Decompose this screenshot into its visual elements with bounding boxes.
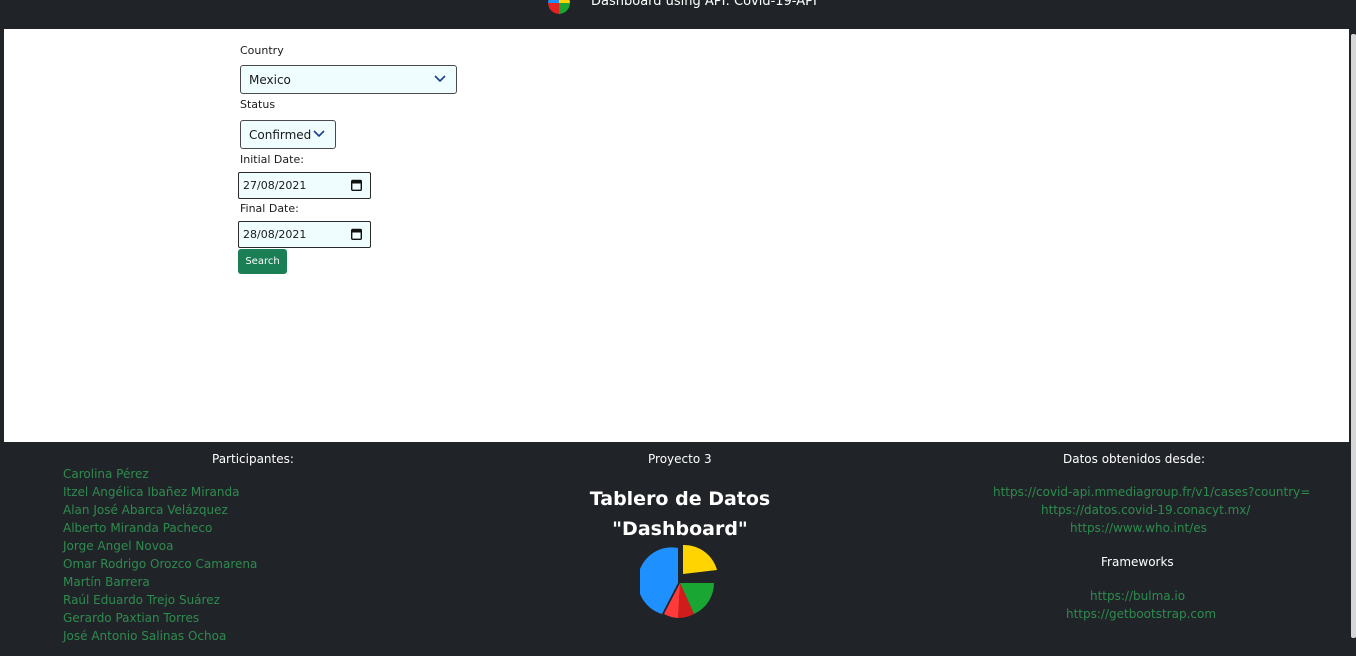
board-title: Tablero de Datos: [589, 488, 771, 510]
framework-link[interactable]: https://bulma.io: [1090, 589, 1185, 603]
frameworks-heading: Frameworks: [1101, 555, 1174, 569]
participant-link[interactable]: Alberto Miranda Pacheco: [63, 521, 212, 535]
final-date-label: Final Date:: [240, 202, 299, 215]
country-select[interactable]: Mexico: [240, 65, 457, 94]
participant-link[interactable]: Itzel Angélica Ibañez Miranda: [63, 485, 239, 499]
status-select-value: Confirmed: [249, 128, 312, 142]
participant-link[interactable]: Gerardo Paxtian Torres: [63, 611, 199, 625]
participant-link[interactable]: Jorge Angel Novoa: [63, 539, 174, 553]
country-label: Country: [240, 44, 284, 57]
chevron-down-icon: [434, 75, 446, 83]
final-date-input[interactable]: 28/08/2021: [238, 221, 371, 248]
project-heading: Proyecto 3: [648, 452, 712, 466]
participant-link[interactable]: Carolina Pérez: [63, 467, 149, 481]
participant-link[interactable]: Raúl Eduardo Trejo Suárez: [63, 593, 220, 607]
framework-link[interactable]: https://getbootstrap.com: [1066, 607, 1216, 621]
source-link[interactable]: https://datos.covid-19.conacyt.mx/: [1041, 503, 1250, 517]
status-select[interactable]: Confirmed: [240, 120, 336, 149]
initial-date-label: Initial Date:: [240, 153, 304, 166]
source-link[interactable]: https://www.who.int/es: [1070, 521, 1207, 535]
participant-link[interactable]: Martín Barrera: [63, 575, 150, 589]
top-navbar: Dashboard using API: Covid-19-API: [0, 0, 1356, 29]
country-select-value: Mexico: [249, 73, 291, 87]
sources-heading: Datos obtenidos desde:: [1063, 452, 1206, 466]
source-link[interactable]: https://covid-api.mmediagroup.fr/v1/case…: [993, 485, 1310, 499]
search-button[interactable]: Search: [238, 249, 287, 274]
footer: Participantes: Carolina Pérez Itzel Angé…: [4, 442, 1349, 656]
participant-link[interactable]: José Antonio Salinas Ochoa: [63, 629, 226, 643]
pie-logo-icon: [640, 544, 717, 618]
navbar-title: Dashboard using API: Covid-19-API: [591, 0, 817, 9]
calendar-icon[interactable]: [351, 179, 362, 191]
initial-date-input[interactable]: 27/08/2021: [238, 172, 371, 199]
status-label: Status: [240, 98, 276, 111]
participant-link[interactable]: Omar Rodrigo Orozco Camarena: [63, 557, 257, 571]
participant-link[interactable]: Alan José Abarca Velázquez: [63, 503, 228, 517]
pie-logo-icon: [548, 0, 570, 14]
initial-date-value: 27/08/2021: [243, 179, 307, 192]
vertical-scrollbar[interactable]: [1351, 34, 1356, 638]
board-subtitle: "Dashboard": [612, 518, 748, 540]
chevron-down-icon: [313, 130, 325, 138]
participants-heading: Participantes:: [212, 452, 294, 466]
calendar-icon[interactable]: [351, 228, 362, 240]
final-date-value: 28/08/2021: [243, 228, 307, 241]
